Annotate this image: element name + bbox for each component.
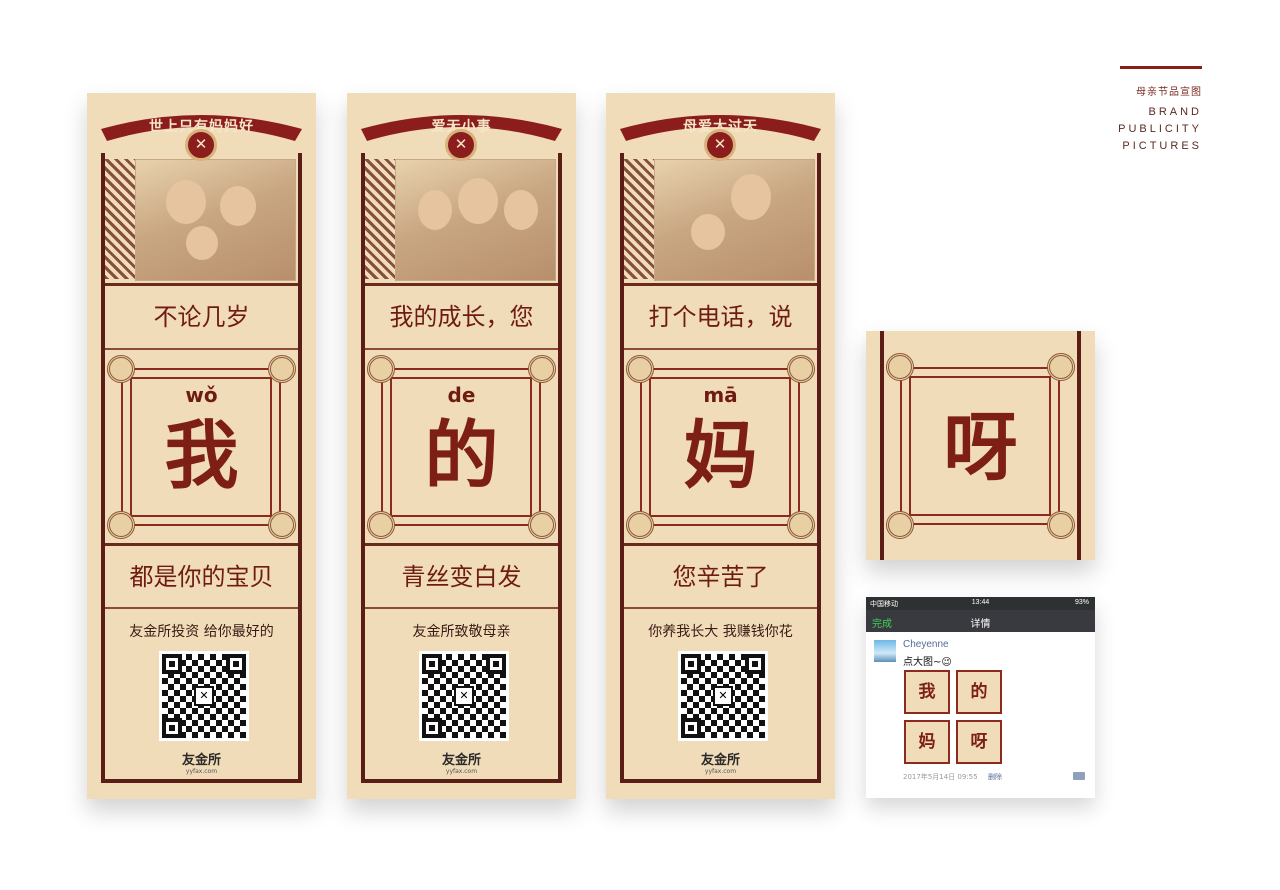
rosette-icon <box>886 511 914 539</box>
rosette-icon <box>626 511 654 539</box>
user-name[interactable]: Cheyenne <box>903 639 949 650</box>
rosette-icon <box>1047 511 1075 539</box>
brand-en-1: BRAND <box>1148 106 1202 118</box>
divider <box>105 283 298 286</box>
divider <box>624 283 817 286</box>
company-logo: 友金所 yyfax.com <box>606 749 835 775</box>
company-logo: 友金所 yyfax.com <box>87 749 316 775</box>
poster-1: 世上只有妈妈好 ✕ 不论几岁 wǒ 我 都是你的宝贝 友金所投资 给你最好的 ✕… <box>87 93 316 799</box>
brand-cn: 母亲节品宣图 <box>1136 87 1202 98</box>
pinyin: de <box>447 383 476 407</box>
brand-en-3: PICTURES <box>1122 140 1202 152</box>
nav-title: 详情 <box>970 619 991 630</box>
emblem-icon: ✕ <box>445 129 477 161</box>
rosette-icon <box>528 355 556 383</box>
main-character: 呀 <box>943 405 1018 491</box>
rosette-icon <box>787 511 815 539</box>
image-grid: 我 的 妈 呀 <box>904 670 1004 764</box>
rosette-icon <box>367 355 395 383</box>
avatar[interactable] <box>874 640 896 662</box>
slogan: 友金所投资 给你最好的 <box>129 624 274 640</box>
top-phrase: 打个电话，说 <box>648 303 793 331</box>
company-logo: 友金所 yyfax.com <box>347 749 576 775</box>
logo-url: yyfax.com <box>704 768 737 775</box>
bottom-phrase: 都是你的宝贝 <box>129 563 274 591</box>
rosette-icon <box>787 355 815 383</box>
vintage-photo <box>395 159 556 281</box>
rosette-icon <box>1047 353 1075 381</box>
slogan: 友金所致敬母亲 <box>412 624 511 640</box>
slogan: 你养我长大 我赚钱你花 <box>648 624 793 640</box>
grid-image[interactable]: 我 <box>904 670 950 714</box>
main-character: 的 <box>424 413 499 499</box>
battery: 93% <box>1074 599 1089 606</box>
nav-bar: 完成 详情 <box>866 610 1095 632</box>
divider <box>624 348 817 350</box>
grid-image[interactable]: 的 <box>956 670 1002 714</box>
divider <box>365 543 558 546</box>
pinyin: mā <box>703 383 738 407</box>
status-bar: 中国移动 13:44 93% <box>866 597 1095 610</box>
rosette-icon <box>367 511 395 539</box>
qr-code: ✕ <box>419 651 509 741</box>
divider <box>624 607 817 609</box>
clock: 13:44 <box>971 599 990 606</box>
grid-image[interactable]: 妈 <box>904 720 950 764</box>
divider <box>365 607 558 609</box>
bottom-phrase: 青丝变白发 <box>401 563 522 591</box>
logo-text: 友金所 <box>441 753 481 768</box>
rosette-icon <box>626 355 654 383</box>
top-phrase: 我的成长，您 <box>389 303 534 331</box>
moments-post: Cheyenne 点大图~😉 我 的 妈 呀 2017年5月14日 09:55 … <box>866 632 1095 798</box>
qr-code: ✕ <box>678 651 768 741</box>
rosette-icon <box>886 353 914 381</box>
vintage-photo <box>135 159 296 281</box>
delete-link[interactable]: 删除 <box>988 772 1002 782</box>
divider <box>105 607 298 609</box>
floral-ornament <box>624 159 654 279</box>
floral-ornament <box>105 159 135 279</box>
logo-text: 友金所 <box>700 753 740 768</box>
brand-en-2: PUBLICITY <box>1118 123 1202 135</box>
brand-bar <box>1120 66 1202 69</box>
logo-url: yyfax.com <box>185 768 218 775</box>
main-character: 我 <box>164 413 239 499</box>
poster-3: 母爱大过天 ✕ 打个电话，说 mā 妈 您辛苦了 你养我长大 我赚钱你花 ✕ 友… <box>606 93 835 799</box>
character-tile: 呀 <box>866 331 1095 560</box>
top-phrase: 不论几岁 <box>153 303 250 331</box>
divider <box>105 348 298 350</box>
rosette-icon <box>107 355 135 383</box>
pinyin: wǒ <box>185 383 218 407</box>
rosette-icon <box>268 355 296 383</box>
grid-image[interactable]: 呀 <box>956 720 1002 764</box>
phone-screenshot: 中国移动 13:44 93% 完成 详情 Cheyenne 点大图~😉 我 的 … <box>866 597 1095 798</box>
divider <box>365 348 558 350</box>
rosette-icon <box>528 511 556 539</box>
divider <box>105 543 298 546</box>
poster-2: 爱无小事 ✕ 我的成长，您 de 的 青丝变白发 友金所致敬母亲 ✕ 友金所 y… <box>347 93 576 799</box>
rosette-icon <box>268 511 296 539</box>
post-time: 2017年5月14日 09:55 <box>903 773 978 781</box>
post-text: 点大图~😉 <box>903 657 952 668</box>
vintage-photo <box>654 159 815 281</box>
emblem-icon: ✕ <box>704 129 736 161</box>
rosette-icon <box>107 511 135 539</box>
emblem-icon: ✕ <box>185 129 217 161</box>
floral-ornament <box>365 159 395 279</box>
qr-code: ✕ <box>159 651 249 741</box>
logo-text: 友金所 <box>181 753 221 768</box>
logo-url: yyfax.com <box>445 768 478 775</box>
comment-icon[interactable] <box>1073 772 1085 780</box>
bottom-phrase: 您辛苦了 <box>672 563 769 591</box>
divider <box>365 283 558 286</box>
main-character: 妈 <box>683 413 758 499</box>
brand-label: 母亲节品宣图 BRAND PUBLICITY PICTURES <box>1118 66 1202 155</box>
divider <box>624 543 817 546</box>
